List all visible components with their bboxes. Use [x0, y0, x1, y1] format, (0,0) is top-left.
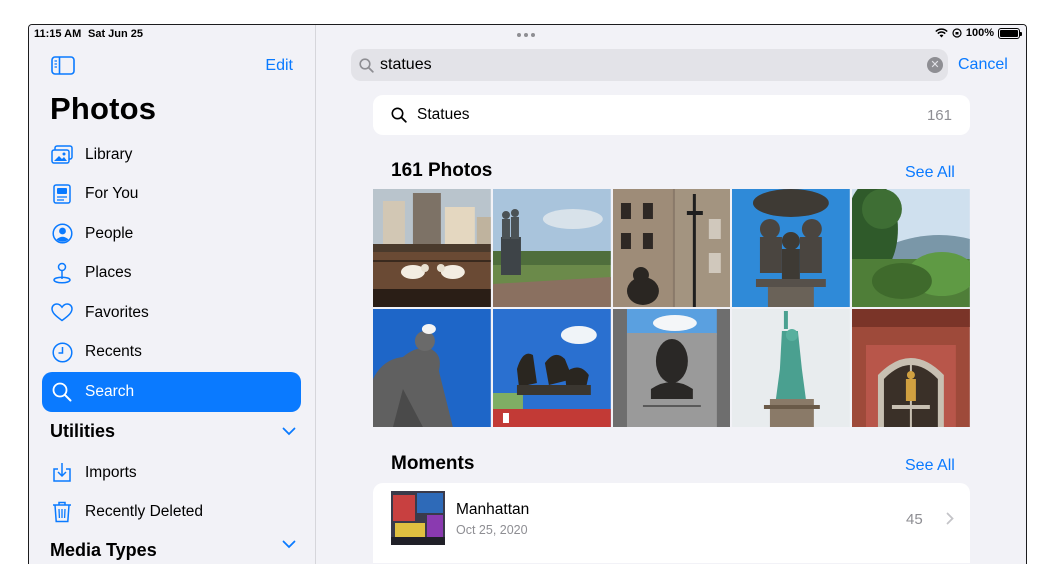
battery-percent: 100%: [966, 27, 994, 39]
photo-thumbnail[interactable]: [493, 189, 611, 307]
photo-thumbnail[interactable]: [613, 189, 731, 307]
sidebar-item-favorites[interactable]: Favorites: [42, 293, 301, 333]
heart-icon: [51, 302, 73, 324]
moment-title: Manhattan: [456, 501, 529, 519]
moment-thumbnail: [391, 491, 445, 545]
imports-icon: [51, 462, 73, 484]
sidebar-item-recents[interactable]: Recents: [42, 333, 301, 373]
status-indicators: 100%: [935, 27, 1020, 39]
photo-thumbnail[interactable]: [852, 309, 970, 427]
photo-thumbnail[interactable]: [493, 309, 611, 427]
sidebar-toggle-icon[interactable]: [51, 56, 75, 75]
photos-section-title: 161 Photos: [391, 160, 492, 182]
moment-row[interactable]: Manhattan Oct 25, 2020 45: [373, 483, 970, 563]
orientation-lock-icon: [952, 28, 962, 38]
sidebar-item-places[interactable]: Places: [42, 254, 301, 294]
sidebar-item-search[interactable]: Search: [42, 372, 301, 412]
sidebar-item-imports[interactable]: Imports: [42, 453, 301, 493]
ipad-window: 11:15 AM Sat Jun 25 100% Edit Photos Lib…: [28, 24, 1027, 564]
media-types-label: Media Types: [50, 540, 157, 561]
chevron-down-icon[interactable]: [282, 427, 296, 436]
people-icon: [51, 223, 73, 245]
wifi-icon: [935, 28, 948, 38]
cancel-button[interactable]: Cancel: [958, 56, 1008, 74]
sidebar-item-label: For You: [85, 185, 138, 203]
search-icon: [359, 58, 374, 73]
chevron-right-icon: [946, 512, 954, 525]
moment-date: Oct 25, 2020: [456, 523, 528, 537]
sidebar-nav: Library For You People Places Favorites …: [42, 135, 301, 412]
search-icon: [391, 107, 407, 123]
clear-search-icon[interactable]: ✕: [927, 57, 943, 73]
clock-icon: [51, 341, 73, 363]
sidebar-item-library[interactable]: Library: [42, 135, 301, 175]
trash-icon: [51, 501, 73, 523]
sidebar-item-label: Recently Deleted: [85, 503, 203, 521]
sidebar-item-label: Places: [85, 264, 132, 282]
photos-see-all-button[interactable]: See All: [905, 164, 955, 182]
moment-count: 45: [906, 511, 923, 528]
search-suggestion[interactable]: Statues 161: [373, 95, 970, 135]
moments-see-all-button[interactable]: See All: [905, 457, 955, 475]
suggestion-count: 161: [927, 107, 952, 124]
sidebar-item-label: Imports: [85, 464, 137, 482]
status-time: 11:15 AM: [34, 28, 81, 40]
photo-thumbnail[interactable]: [373, 189, 491, 307]
chevron-down-icon[interactable]: [282, 540, 296, 549]
sidebar-item-label: Search: [85, 383, 134, 401]
utilities-section-header[interactable]: Utilities: [50, 421, 296, 442]
library-icon: [51, 144, 73, 166]
multitasking-handle[interactable]: [517, 33, 535, 37]
sidebar-item-label: Favorites: [85, 304, 149, 322]
main-content: statues ✕ Cancel Statues 161 161 Photos …: [317, 25, 1026, 564]
sidebar-item-for-you[interactable]: For You: [42, 175, 301, 215]
utilities-label: Utilities: [50, 421, 115, 442]
search-input[interactable]: statues: [380, 56, 927, 74]
search-bar[interactable]: statues ✕: [351, 49, 948, 81]
sidebar-item-label: Library: [85, 146, 132, 164]
places-icon: [51, 262, 73, 284]
utilities-nav: Imports Recently Deleted: [42, 453, 301, 532]
sidebar-title: Photos: [50, 91, 156, 127]
moments-section-title: Moments: [391, 453, 474, 475]
sidebar-item-label: People: [85, 225, 133, 243]
edit-button[interactable]: Edit: [265, 57, 293, 75]
sidebar: Edit Photos Library For You People Place…: [29, 25, 316, 564]
photo-thumbnail[interactable]: [732, 309, 850, 427]
search-icon: [51, 381, 73, 403]
sidebar-item-label: Recents: [85, 343, 142, 361]
status-date: Sat Jun 25: [88, 28, 143, 40]
photo-grid: [373, 189, 970, 427]
photo-thumbnail[interactable]: [613, 309, 731, 427]
suggestion-label: Statues: [417, 106, 927, 124]
photo-thumbnail[interactable]: [373, 309, 491, 427]
photo-thumbnail[interactable]: [852, 189, 970, 307]
media-types-section-header[interactable]: Media Types: [50, 540, 296, 561]
sidebar-item-recently-deleted[interactable]: Recently Deleted: [42, 493, 301, 533]
for-you-icon: [51, 183, 73, 205]
sidebar-item-people[interactable]: People: [42, 214, 301, 254]
photo-thumbnail[interactable]: [732, 189, 850, 307]
battery-icon: [998, 28, 1020, 39]
